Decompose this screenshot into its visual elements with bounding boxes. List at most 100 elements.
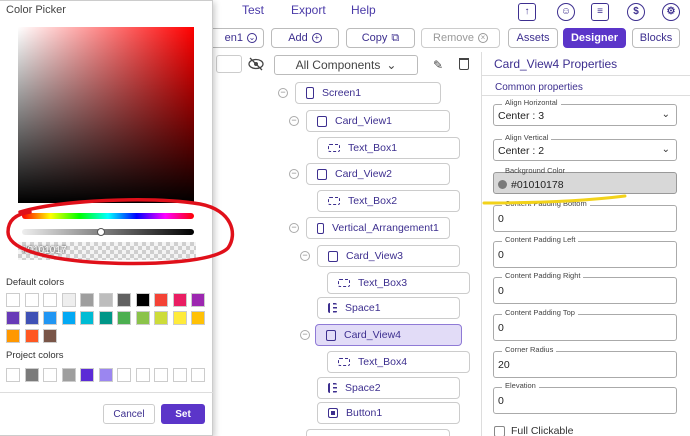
saturation-value-area[interactable] <box>18 27 194 203</box>
color-swatch[interactable] <box>24 329 39 343</box>
tree-node-text-box2[interactable]: Text_Box2 <box>317 190 460 212</box>
designer-button[interactable]: Designer <box>563 28 626 48</box>
tree-node-button1[interactable]: Button1 <box>317 402 460 424</box>
padding-right-field[interactable]: Content Padding Right 0 <box>493 271 677 304</box>
color-swatch[interactable] <box>24 368 39 382</box>
color-swatch[interactable] <box>24 311 39 325</box>
collapse-toggle-icon[interactable]: − <box>289 223 299 233</box>
folder-icon[interactable]: ↑ <box>518 3 536 21</box>
tree-node-text-box3[interactable]: Text_Box3 <box>327 272 470 294</box>
color-swatch[interactable] <box>80 293 94 307</box>
color-swatch[interactable] <box>80 311 94 325</box>
palette-search-field[interactable] <box>216 55 242 73</box>
tree-node-label: Card_View4 <box>344 329 402 341</box>
color-swatch[interactable] <box>172 293 187 307</box>
cancel-button[interactable]: Cancel <box>103 404 155 424</box>
color-swatch[interactable] <box>191 293 205 307</box>
full-clickable-checkbox[interactable] <box>494 425 505 436</box>
menu-export[interactable]: Export <box>291 3 326 17</box>
color-swatch[interactable] <box>6 368 20 382</box>
color-swatch[interactable] <box>6 293 20 307</box>
alpha-slider-handle[interactable] <box>97 228 105 236</box>
color-swatch[interactable] <box>154 311 168 325</box>
book-icon[interactable]: ≡ <box>591 3 609 21</box>
align-vertical-select[interactable]: Align Vertical Center : 2 ⌄ <box>493 133 677 161</box>
background-color-field[interactable]: Background Color #01010178 <box>493 166 677 194</box>
color-swatch[interactable] <box>117 368 131 382</box>
corner-radius-field[interactable]: Corner Radius 20 <box>493 345 677 378</box>
pencil-icon[interactable]: ✎ <box>433 58 443 72</box>
color-swatch[interactable] <box>172 368 187 382</box>
color-swatch[interactable] <box>98 293 113 307</box>
eye-off-icon[interactable] <box>248 57 264 71</box>
color-swatch[interactable] <box>135 368 150 382</box>
tree-node-screen1[interactable]: Screen1 <box>295 82 441 104</box>
hex-input[interactable]: #0101017 <box>18 242 196 260</box>
color-swatch[interactable] <box>24 293 39 307</box>
padding-bottom-field[interactable]: Content Padding Bottom 0 <box>493 199 677 232</box>
elevation-field[interactable]: Elevation 0 <box>493 381 677 414</box>
align-horizontal-select[interactable]: Align Horizontal Center : 3 ⌄ <box>493 98 677 126</box>
blocks-button[interactable]: Blocks <box>632 28 680 48</box>
color-swatch[interactable] <box>154 293 168 307</box>
remove-screen-button[interactable]: Remove × <box>421 28 500 48</box>
trash-icon[interactable] <box>459 58 469 70</box>
collapse-toggle-icon[interactable]: − <box>300 251 310 261</box>
color-swatch[interactable] <box>98 368 113 382</box>
color-swatch[interactable] <box>135 293 150 307</box>
color-swatch[interactable] <box>154 368 168 382</box>
color-swatch[interactable] <box>172 311 187 325</box>
tree-node-space2[interactable]: Space2 <box>317 377 460 399</box>
field-value: #01010178 <box>498 179 564 191</box>
add-screen-button[interactable]: Add + <box>271 28 339 48</box>
tree-node-card-view2[interactable]: Card_View2 <box>306 163 450 185</box>
color-swatch[interactable] <box>43 293 57 307</box>
background-color-value: #01010178 <box>511 179 564 191</box>
tree-node-vertical-arrangement1[interactable]: Vertical_Arrangement1 <box>306 217 450 239</box>
components-filter-dropdown[interactable]: All Components ⌄ <box>274 55 418 75</box>
full-clickable-row[interactable]: Full Clickable <box>494 425 573 436</box>
dollar-icon[interactable]: $ <box>627 3 645 21</box>
tree-node-card-view4[interactable]: Card_View4 <box>315 324 462 346</box>
collapse-toggle-icon[interactable]: − <box>289 169 299 179</box>
color-swatch[interactable] <box>191 368 205 382</box>
color-swatch[interactable] <box>117 311 131 325</box>
vertical-arrangement-icon <box>317 222 324 234</box>
color-swatch[interactable] <box>80 368 94 382</box>
color-swatch[interactable] <box>117 293 131 307</box>
color-swatch[interactable] <box>98 311 113 325</box>
properties-section-title[interactable]: Common properties <box>495 82 583 93</box>
menu-test[interactable]: Test <box>242 3 264 17</box>
collapse-toggle-icon[interactable]: − <box>300 330 310 340</box>
color-swatch[interactable] <box>61 293 76 307</box>
color-swatch[interactable] <box>61 311 76 325</box>
color-swatch[interactable] <box>6 329 20 343</box>
menu-help[interactable]: Help <box>351 3 376 17</box>
padding-top-field[interactable]: Content Padding Top 0 <box>493 308 677 341</box>
color-swatch[interactable] <box>43 368 57 382</box>
color-swatch[interactable] <box>6 311 20 325</box>
copy-screen-button[interactable]: Copy ⧉ <box>346 28 415 48</box>
color-swatch[interactable] <box>191 311 205 325</box>
set-button[interactable]: Set <box>161 404 205 424</box>
tree-node-text-box4[interactable]: Text_Box4 <box>327 351 470 373</box>
hue-slider[interactable] <box>22 213 194 219</box>
tree-node-partial[interactable] <box>306 429 450 436</box>
collapse-toggle-icon[interactable]: − <box>278 88 288 98</box>
padding-left-field[interactable]: Content Padding Left 0 <box>493 235 677 268</box>
tree-node-space1[interactable]: Space1 <box>317 297 460 319</box>
color-swatch[interactable] <box>61 368 76 382</box>
tree-node-card-view3[interactable]: Card_View3 <box>317 245 460 267</box>
user-icon[interactable]: ☺ <box>557 3 575 21</box>
assets-button[interactable]: Assets <box>508 28 558 48</box>
settings-icon[interactable]: ⚙ <box>662 3 680 21</box>
copy-icon: ⧉ <box>391 31 400 44</box>
color-swatch[interactable] <box>43 329 57 343</box>
color-swatch[interactable] <box>135 311 150 325</box>
color-swatch[interactable] <box>43 311 57 325</box>
tree-node-card-view1[interactable]: Card_View1 <box>306 110 450 132</box>
tree-node-text-box1[interactable]: Text_Box1 <box>317 137 460 159</box>
alpha-slider[interactable] <box>22 229 194 235</box>
panel-divider <box>481 52 482 436</box>
collapse-toggle-icon[interactable]: − <box>289 116 299 126</box>
